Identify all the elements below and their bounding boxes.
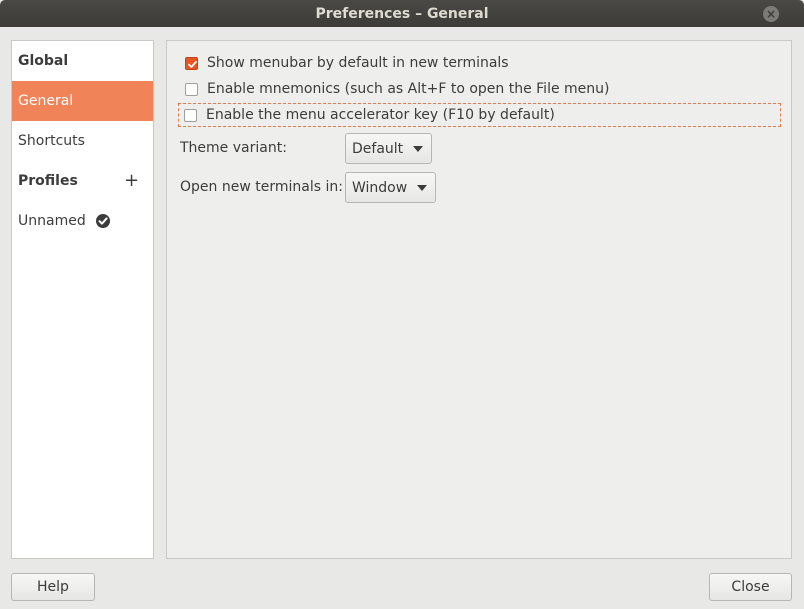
- theme-variant-value: Default: [352, 140, 404, 157]
- enable-mnemonics-label: Enable mnemonics (such as Alt+F to open …: [207, 81, 610, 97]
- check-circle-icon: [96, 214, 110, 228]
- enable-mnemonics-checkbox[interactable]: [185, 82, 198, 96]
- chevron-down-icon: [417, 184, 428, 191]
- open-new-terminals-dropdown[interactable]: Window: [345, 172, 437, 203]
- sidebar-item-unnamed[interactable]: Unnamed: [12, 201, 153, 241]
- sidebar-item-shortcuts[interactable]: Shortcuts: [12, 121, 153, 161]
- sidebar-item-label: Profiles: [18, 173, 78, 189]
- window-titlebar: Preferences – General ×: [0, 0, 804, 27]
- close-button[interactable]: Close: [709, 573, 792, 601]
- window-title: Preferences – General: [315, 5, 489, 22]
- show-menubar-checkbox[interactable]: [185, 56, 198, 70]
- open-new-terminals-label: Open new terminals in:: [180, 179, 343, 195]
- plus-icon[interactable]: +: [124, 170, 139, 191]
- theme-variant-label: Theme variant:: [180, 140, 287, 156]
- sidebar-item-label: General: [18, 93, 74, 109]
- close-window-icon[interactable]: ×: [763, 6, 779, 22]
- general-preferences-panel: Show menubar by default in new terminals…: [166, 40, 792, 559]
- sidebar-item-label: Global: [18, 53, 69, 69]
- enable-accelerator-checkbox[interactable]: [184, 108, 197, 122]
- show-menubar-checkbox-row[interactable]: Show menubar by default in new terminals: [180, 52, 509, 74]
- enable-mnemonics-checkbox-row[interactable]: Enable mnemonics (such as Alt+F to open …: [180, 78, 610, 100]
- enable-accelerator-label: Enable the menu accelerator key (F10 by …: [206, 107, 555, 123]
- help-button[interactable]: Help: [11, 573, 95, 601]
- sidebar-item-profiles: Profiles +: [12, 161, 153, 201]
- open-new-terminals-value: Window: [352, 179, 408, 196]
- sidebar-item-label: Shortcuts: [18, 133, 85, 149]
- enable-accelerator-checkbox-row[interactable]: Enable the menu accelerator key (F10 by …: [178, 103, 781, 127]
- theme-variant-dropdown[interactable]: Default: [345, 133, 433, 164]
- sidebar-item-label: Unnamed: [18, 213, 86, 229]
- show-menubar-label: Show menubar by default in new terminals: [207, 55, 509, 71]
- chevron-down-icon: [413, 145, 424, 152]
- sidebar-item-global: Global: [12, 41, 153, 81]
- sidebar-item-general[interactable]: General: [12, 81, 153, 121]
- sidebar: Global General Shortcuts Profiles + Unna…: [11, 40, 154, 559]
